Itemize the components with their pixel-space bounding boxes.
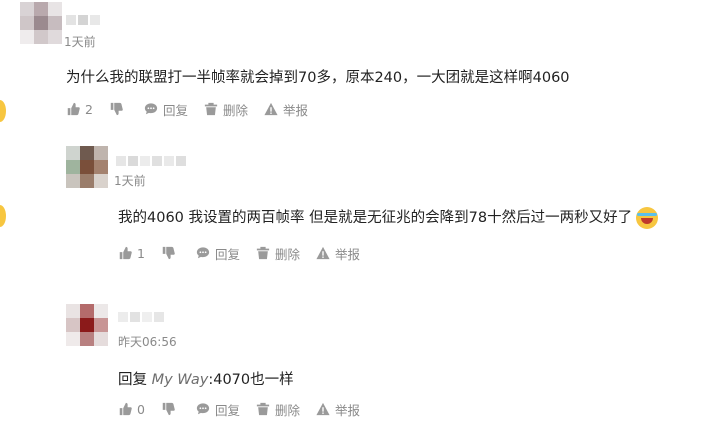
comment-time: 昨天06:56 bbox=[118, 335, 177, 349]
comment-text-content: :4070也一样 bbox=[208, 372, 294, 388]
laughing-crying-emoji-icon bbox=[636, 207, 659, 229]
delete-label: 删除 bbox=[275, 402, 301, 418]
report-label: 举报 bbox=[335, 246, 361, 262]
warning-icon bbox=[316, 246, 330, 260]
avatar[interactable] bbox=[66, 304, 108, 346]
dislike-button[interactable] bbox=[109, 102, 128, 116]
like-button[interactable]: 0 bbox=[118, 402, 145, 417]
thumb-down-icon bbox=[110, 102, 123, 116]
report-button[interactable]: 举报 bbox=[316, 244, 360, 263]
comment-text-content: 我的4060 我设置的两百帧率 但是就是无征兆的会降到78十然后过一两秒又好了 bbox=[118, 210, 633, 226]
comment-text: 我的4060 我设置的两百帧率 但是就是无征兆的会降到78十然后过一两秒又好了 bbox=[118, 206, 659, 229]
dislike-button[interactable] bbox=[161, 402, 180, 416]
comment-actions: 2 回复 删除 举报 bbox=[66, 99, 324, 119]
reply-button[interactable]: 回复 bbox=[196, 244, 240, 263]
comment-time: 1天前 bbox=[114, 174, 146, 188]
emoji-decoration bbox=[0, 205, 6, 227]
like-count: 2 bbox=[85, 101, 93, 117]
comment-time: 1天前 bbox=[64, 35, 96, 49]
reply-prefix: 回复 bbox=[118, 372, 147, 388]
delete-button[interactable]: 删除 bbox=[204, 100, 248, 119]
warning-icon bbox=[264, 102, 278, 116]
report-label: 举报 bbox=[335, 402, 361, 418]
delete-label: 删除 bbox=[275, 246, 301, 262]
comment-text: 回复 My Way:4070也一样 bbox=[118, 368, 294, 389]
trash-icon bbox=[256, 246, 270, 260]
reply-button[interactable]: 回复 bbox=[196, 400, 240, 419]
username-blurred[interactable] bbox=[66, 10, 102, 25]
delete-button[interactable]: 删除 bbox=[256, 244, 300, 263]
thumb-down-icon bbox=[162, 246, 175, 260]
reply-label: 回复 bbox=[215, 402, 241, 418]
like-count: 0 bbox=[137, 401, 145, 417]
report-button[interactable]: 举报 bbox=[316, 400, 360, 419]
trash-icon bbox=[256, 402, 270, 416]
reply-button[interactable]: 回复 bbox=[144, 100, 188, 119]
report-label: 举报 bbox=[283, 102, 309, 118]
like-button[interactable]: 1 bbox=[118, 246, 145, 261]
comment-actions: 1 回复 删除 举报 bbox=[118, 243, 376, 263]
thumb-up-icon bbox=[119, 402, 132, 416]
trash-icon bbox=[204, 102, 218, 116]
avatar[interactable] bbox=[66, 146, 108, 188]
dislike-button[interactable] bbox=[161, 246, 180, 260]
delete-button[interactable]: 删除 bbox=[256, 400, 300, 419]
chat-bubble-icon bbox=[196, 247, 210, 259]
username-blurred[interactable] bbox=[118, 307, 166, 322]
username-blurred[interactable] bbox=[116, 151, 188, 166]
like-button[interactable]: 2 bbox=[66, 102, 93, 117]
thumb-down-icon bbox=[162, 402, 175, 416]
thumb-up-icon bbox=[119, 246, 132, 260]
reply-label: 回复 bbox=[215, 246, 241, 262]
avatar[interactable] bbox=[20, 2, 62, 44]
comment-text: 为什么我的联盟打一半帧率就会掉到70多，原本240，一大团就是这样啊4060 bbox=[66, 70, 570, 86]
chat-bubble-icon bbox=[144, 103, 158, 115]
warning-icon bbox=[316, 402, 330, 416]
thumb-up-icon bbox=[67, 102, 80, 116]
emoji-decoration bbox=[0, 100, 6, 122]
like-count: 1 bbox=[137, 245, 145, 261]
chat-bubble-icon bbox=[196, 403, 210, 415]
mention-link[interactable]: My Way bbox=[152, 372, 209, 388]
delete-label: 删除 bbox=[223, 102, 249, 118]
reply-label: 回复 bbox=[163, 102, 189, 118]
comment-actions: 0 回复 删除 举报 bbox=[118, 399, 376, 419]
report-button[interactable]: 举报 bbox=[264, 100, 308, 119]
